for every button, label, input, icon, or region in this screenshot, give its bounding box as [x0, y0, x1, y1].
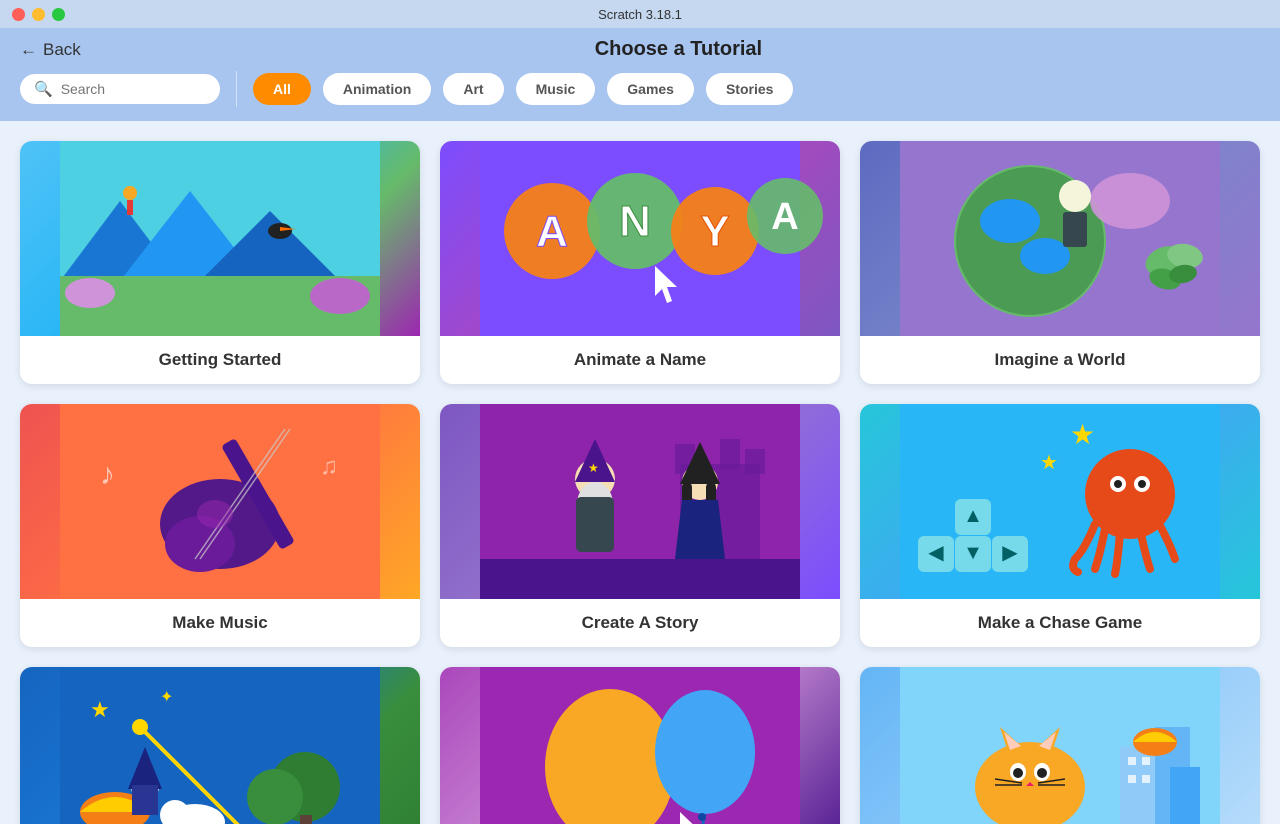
- thumbnail-row3-left: ★ ✦: [20, 667, 420, 824]
- card-label-make-music: Make Music: [20, 599, 420, 647]
- tutorial-card-getting-started[interactable]: Getting Started: [20, 141, 420, 384]
- tutorial-grid: Getting Started A N Y A: [20, 141, 1260, 824]
- svg-text:★: ★: [588, 461, 599, 475]
- filter-divider: [236, 71, 237, 107]
- card-label-chase-game: Make a Chase Game: [860, 599, 1260, 647]
- tutorial-card-make-music[interactable]: ♪ ♫ Make Music: [20, 404, 420, 647]
- minimize-button[interactable]: [32, 8, 45, 21]
- tutorial-card-imagine-world[interactable]: Imagine a World: [860, 141, 1260, 384]
- tutorial-card-create-story[interactable]: ★ Create A Story: [440, 404, 840, 647]
- tutorial-card-row3-left[interactable]: ★ ✦: [20, 667, 420, 824]
- svg-text:N: N: [619, 197, 651, 246]
- thumbnail-imagine-world: [860, 141, 1260, 336]
- card-label-imagine-world: Imagine a World: [860, 336, 1260, 384]
- back-button[interactable]: ← Back: [20, 40, 81, 60]
- svg-text:◀: ◀: [928, 542, 944, 564]
- tutorial-list: Getting Started A N Y A: [0, 121, 1280, 824]
- page-title: Choose a Tutorial: [97, 38, 1260, 61]
- svg-text:▼: ▼: [963, 542, 983, 564]
- filter-stories[interactable]: Stories: [706, 73, 793, 105]
- thumbnail-row3-mid: [440, 667, 840, 824]
- filter-bar: 🔍 All Animation Art Music Games Stories: [0, 71, 1280, 121]
- app-title: Scratch 3.18.1: [598, 7, 682, 22]
- svg-text:A: A: [536, 207, 568, 256]
- tutorial-card-row3-mid[interactable]: Make it Glide + Fly: [440, 667, 840, 824]
- title-bar: Scratch 3.18.1: [0, 0, 1280, 28]
- thumbnail-animate-name: A N Y A: [440, 141, 840, 336]
- back-arrow-icon: ←: [20, 40, 37, 60]
- header: ← Back Choose a Tutorial: [0, 28, 1280, 71]
- search-icon: 🔍: [34, 80, 53, 98]
- tutorial-card-row3-right[interactable]: Scratch Cat the...: [860, 667, 1260, 824]
- filter-animation[interactable]: Animation: [323, 73, 431, 105]
- svg-text:★: ★: [1070, 419, 1095, 450]
- card-label-create-story: Create A Story: [440, 599, 840, 647]
- filter-art[interactable]: Art: [443, 73, 503, 105]
- card-label-animate-name: Animate a Name: [440, 336, 840, 384]
- thumbnail-row3-right: [860, 667, 1260, 824]
- close-button[interactable]: [12, 8, 25, 21]
- back-label: Back: [43, 40, 81, 60]
- svg-text:★: ★: [1040, 452, 1058, 474]
- svg-text:★: ★: [90, 697, 110, 722]
- svg-text:▶: ▶: [1002, 542, 1018, 564]
- svg-text:A: A: [771, 196, 798, 238]
- svg-text:♪: ♪: [100, 458, 115, 491]
- card-label-getting-started: Getting Started: [20, 336, 420, 384]
- window-controls[interactable]: [12, 8, 65, 21]
- search-box: 🔍: [20, 74, 220, 104]
- svg-text:♫: ♫: [320, 453, 338, 480]
- maximize-button[interactable]: [52, 8, 65, 21]
- filter-games[interactable]: Games: [607, 73, 694, 105]
- tutorial-card-animate-name[interactable]: A N Y A Animate a Name: [440, 141, 840, 384]
- search-input[interactable]: [61, 81, 201, 97]
- thumbnail-make-music: ♪ ♫: [20, 404, 420, 599]
- thumbnail-chase-game: ▲ ◀ ▼ ▶ ★ ★: [860, 404, 1260, 599]
- thumbnail-getting-started: [20, 141, 420, 336]
- filter-music[interactable]: Music: [516, 73, 596, 105]
- svg-text:Y: Y: [700, 207, 729, 256]
- tutorial-card-chase-game[interactable]: ▲ ◀ ▼ ▶ ★ ★ Make a Chase Game: [860, 404, 1260, 647]
- thumbnail-create-story: ★: [440, 404, 840, 599]
- svg-text:✦: ✦: [160, 689, 173, 706]
- filter-all[interactable]: All: [253, 73, 311, 105]
- svg-text:▲: ▲: [963, 505, 983, 527]
